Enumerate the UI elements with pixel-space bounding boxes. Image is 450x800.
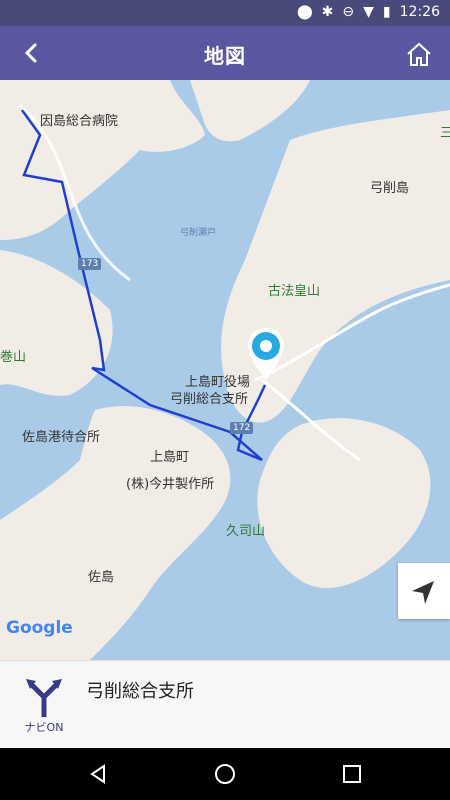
dnd-icon: ⊖ [342, 4, 355, 20]
navi-button[interactable]: ナビON [14, 675, 74, 743]
location-pin-icon [248, 328, 284, 380]
map-label-hospital: 因島総合病院 [40, 114, 119, 129]
map-label-sashima: 佐島 [88, 570, 115, 585]
map-label-port: 佐島港待合所 [22, 430, 101, 445]
recents-icon[interactable] [340, 762, 364, 786]
route-172-badge: 172 [230, 422, 254, 434]
map-label-kushi: 久司山 [226, 524, 266, 539]
navi-label: ナビON [24, 721, 64, 734]
app-bar: 地図 [0, 26, 450, 80]
map-label-company: (株)今井製作所 [126, 477, 215, 492]
locate-button[interactable] [398, 563, 450, 619]
google-logo: Google [6, 618, 73, 638]
wifi-icon: ▼ [363, 4, 374, 20]
map-label-town: 上島町 [150, 450, 190, 465]
bottom-panel: ナビON 弓削総合支所 [0, 660, 450, 749]
page-title: 地図 [204, 44, 246, 68]
system-nav-bar [0, 748, 450, 800]
map-label-kohou: 古法皇山 [268, 284, 321, 299]
map-label-branch: 弓削総合支所 [170, 392, 249, 407]
home-circle-icon[interactable] [213, 762, 237, 786]
map-label-strait: 弓削瀬戸 [180, 228, 217, 238]
status-bar: ⬤ ✱ ⊖ ▼ ▮ 12:26 [0, 0, 450, 26]
bluetooth-icon: ✱ [321, 4, 334, 20]
navigation-arrow-icon [412, 581, 434, 604]
map-label-yugeshima: 弓削島 [370, 181, 410, 196]
route-fork-icon [26, 679, 62, 717]
map-label-mount-left: 巻山 [0, 350, 27, 365]
place-name: 弓削総合支所 [86, 681, 194, 702]
status-time: 12:26 [399, 4, 440, 20]
map-label-partial: 三 [440, 126, 450, 141]
home-icon[interactable] [404, 39, 434, 69]
battery-icon: ▮ [382, 4, 391, 20]
map-view[interactable]: 因島総合病院 弓削島 弓削瀬戸 古法皇山 巻山 上島町役場 弓削総合支所 佐島港… [0, 80, 450, 660]
route-173-badge: 173 [78, 258, 102, 270]
back-icon[interactable] [86, 762, 110, 786]
location-icon: ⬤ [297, 4, 313, 20]
